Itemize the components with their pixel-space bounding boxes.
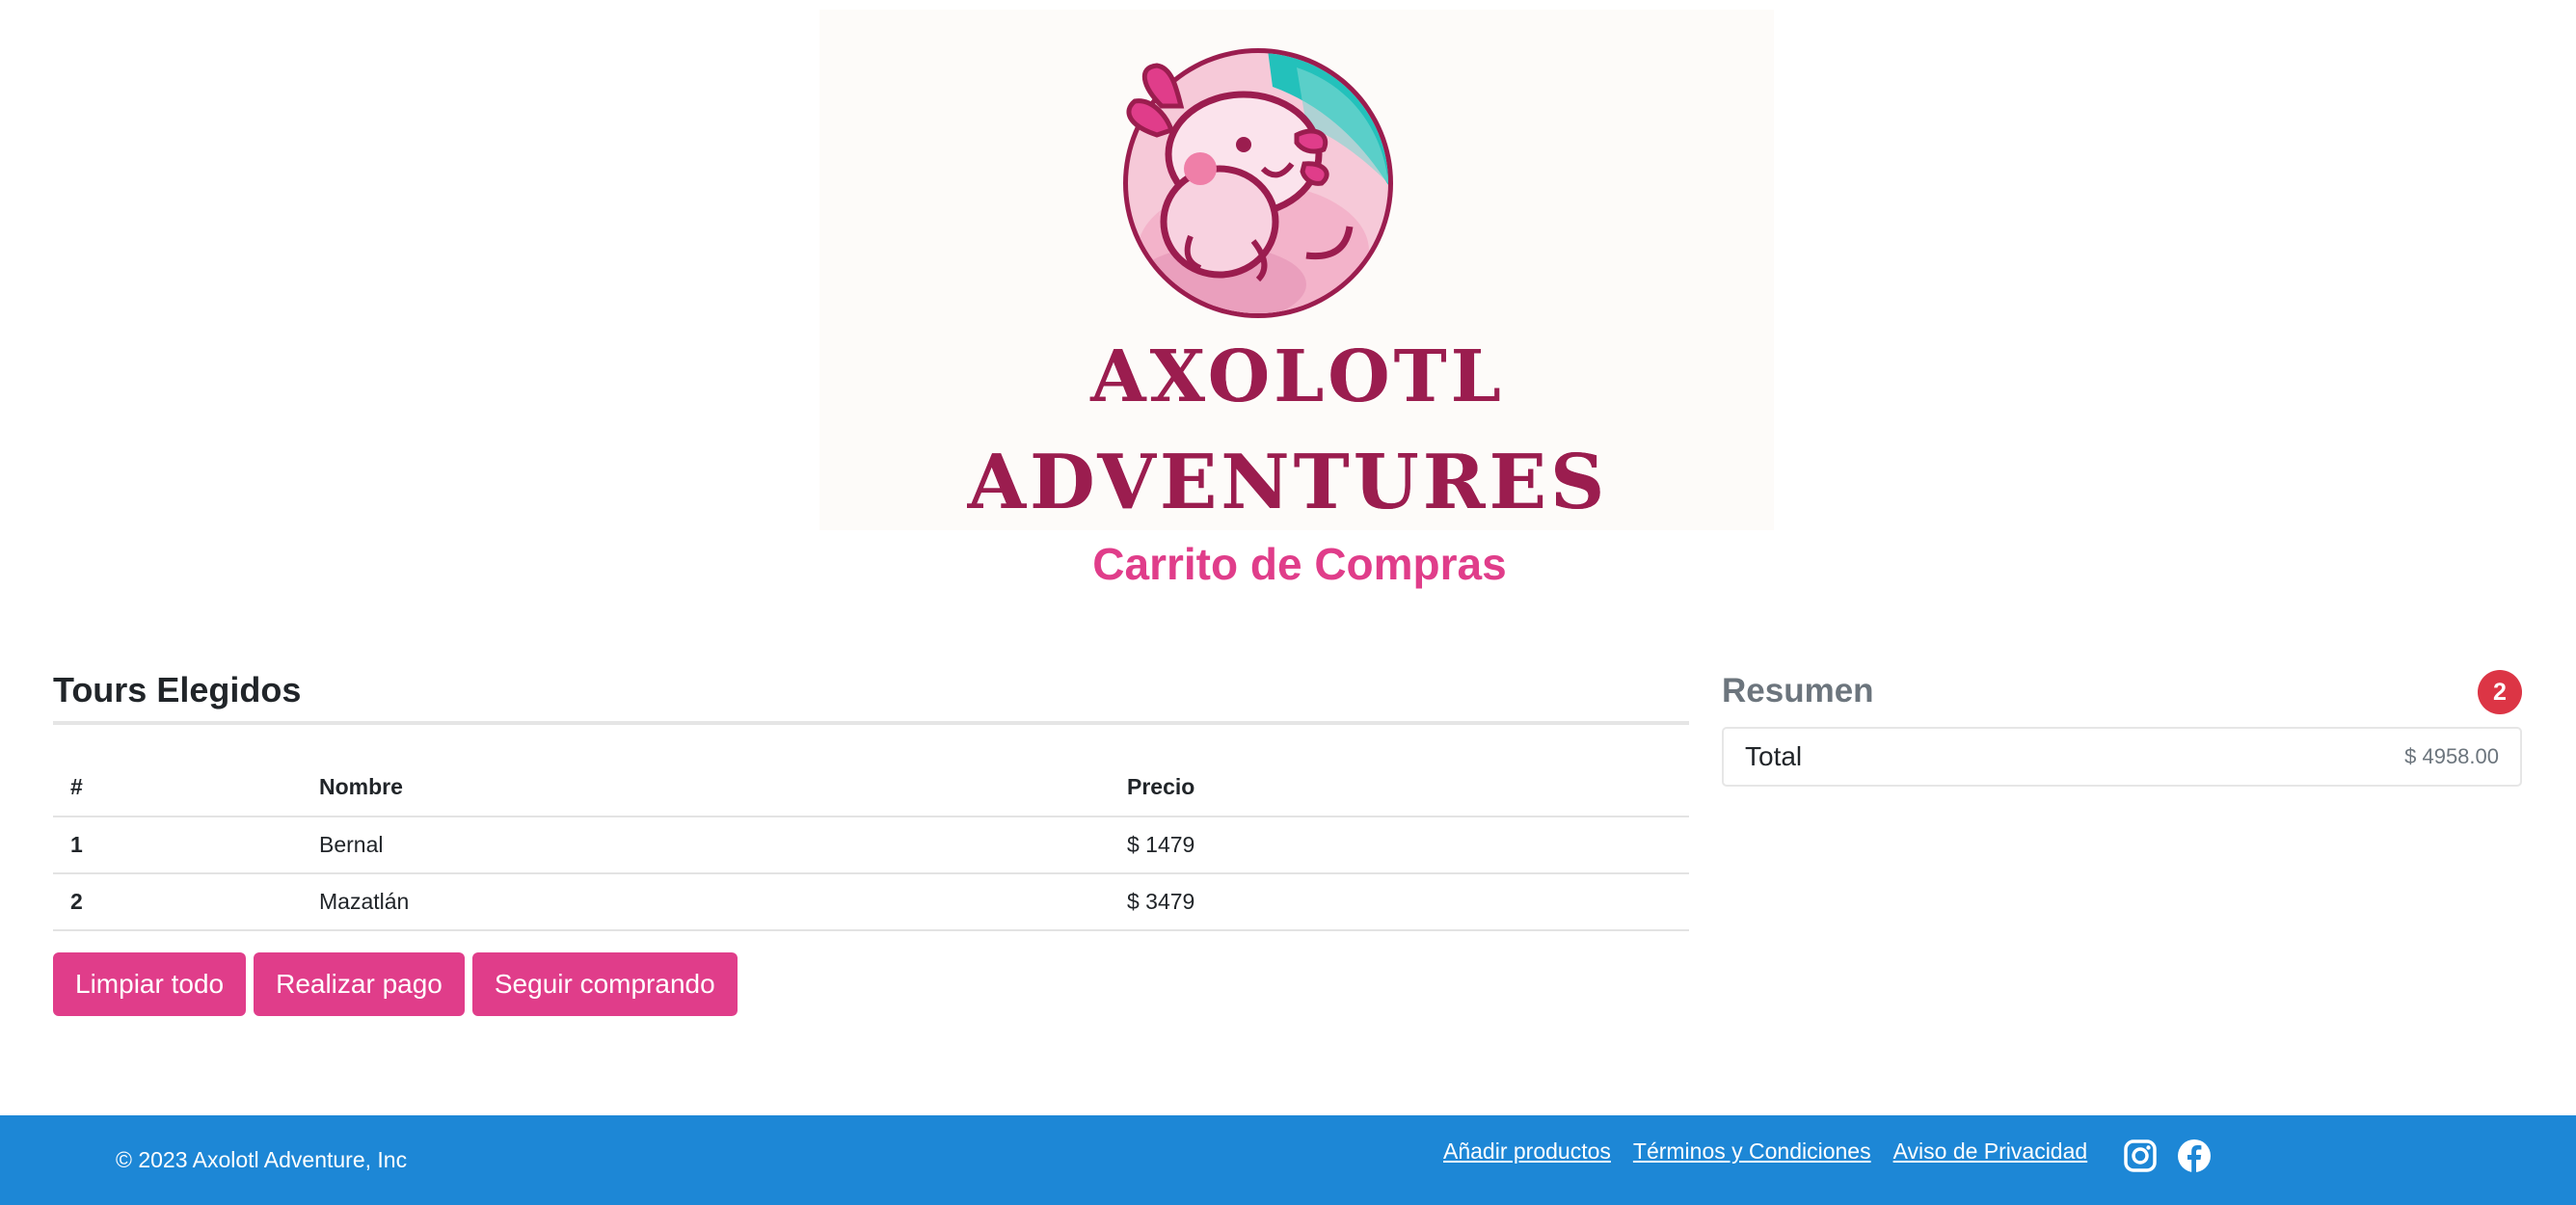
- row-number: 2: [53, 873, 302, 931]
- social-links: [2123, 1138, 2212, 1173]
- footer: © 2023 Axolotl Adventure, Inc Añadir pro…: [0, 1115, 2576, 1205]
- footer-links: Añadir productos Términos y Condiciones …: [1443, 1138, 2087, 1165]
- item-count-badge: 2: [2478, 670, 2522, 714]
- summary-section: Resumen 2 Total $ 4958.00: [1722, 665, 2522, 787]
- row-name: Mazatlán: [302, 873, 1110, 931]
- terms-link[interactable]: Términos y Condiciones: [1633, 1138, 1871, 1165]
- tours-divider: [53, 721, 1689, 725]
- clear-all-button[interactable]: Limpiar todo: [53, 952, 247, 1016]
- page-title: Carrito de Compras: [1092, 539, 1507, 589]
- total-label: Total: [1745, 741, 1803, 771]
- axolotl-logo-icon: [1123, 48, 1393, 318]
- copyright-text: © 2023 Axolotl Adventure, Inc: [116, 1147, 408, 1172]
- page: AXOLOTL ADVENTURES Carrito de Compras To…: [0, 0, 2576, 1205]
- table-header-row: # Nombre Precio: [53, 758, 1689, 817]
- summary-header: Resumen 2: [1722, 665, 2522, 717]
- tours-title: Tours Elegidos: [53, 670, 302, 710]
- summary-total-box: Total $ 4958.00: [1722, 727, 2522, 787]
- make-payment-button[interactable]: Realizar pago: [254, 952, 465, 1016]
- table-row: 1 Bernal $ 1479: [53, 817, 1689, 874]
- table-row: 2 Mazatlán $ 3479: [53, 873, 1689, 931]
- facebook-icon[interactable]: [2177, 1138, 2212, 1173]
- instagram-icon[interactable]: [2123, 1138, 2158, 1173]
- tours-section: Tours Elegidos # Nombre Precio 1 Bernal …: [53, 665, 1689, 1016]
- column-header-price: Precio: [1110, 758, 1689, 817]
- total-value: $ 4958.00: [2404, 744, 2499, 768]
- privacy-link[interactable]: Aviso de Privacidad: [1893, 1138, 2088, 1165]
- row-name: Bernal: [302, 817, 1110, 874]
- add-products-link[interactable]: Añadir productos: [1443, 1138, 1611, 1165]
- column-header-name: Nombre: [302, 758, 1110, 817]
- row-number: 1: [53, 817, 302, 874]
- continue-shopping-button[interactable]: Seguir comprando: [471, 952, 738, 1016]
- row-price: $ 3479: [1110, 873, 1689, 931]
- brand-name-line-2: ADVENTURES: [967, 439, 1609, 526]
- column-header-number: #: [53, 758, 302, 817]
- cart-actions: Limpiar todo Realizar pago Seguir compra…: [53, 952, 1689, 1016]
- brand-name-line-1: AXOLOTL: [1090, 335, 1505, 418]
- summary-title: Resumen: [1722, 672, 1874, 710]
- header-logo: AXOLOTL ADVENTURES Carrito de Compras: [0, 0, 2576, 589]
- row-price: $ 1479: [1110, 817, 1689, 874]
- tours-table: # Nombre Precio 1 Bernal $ 1479 2 Mazatl…: [53, 758, 1689, 931]
